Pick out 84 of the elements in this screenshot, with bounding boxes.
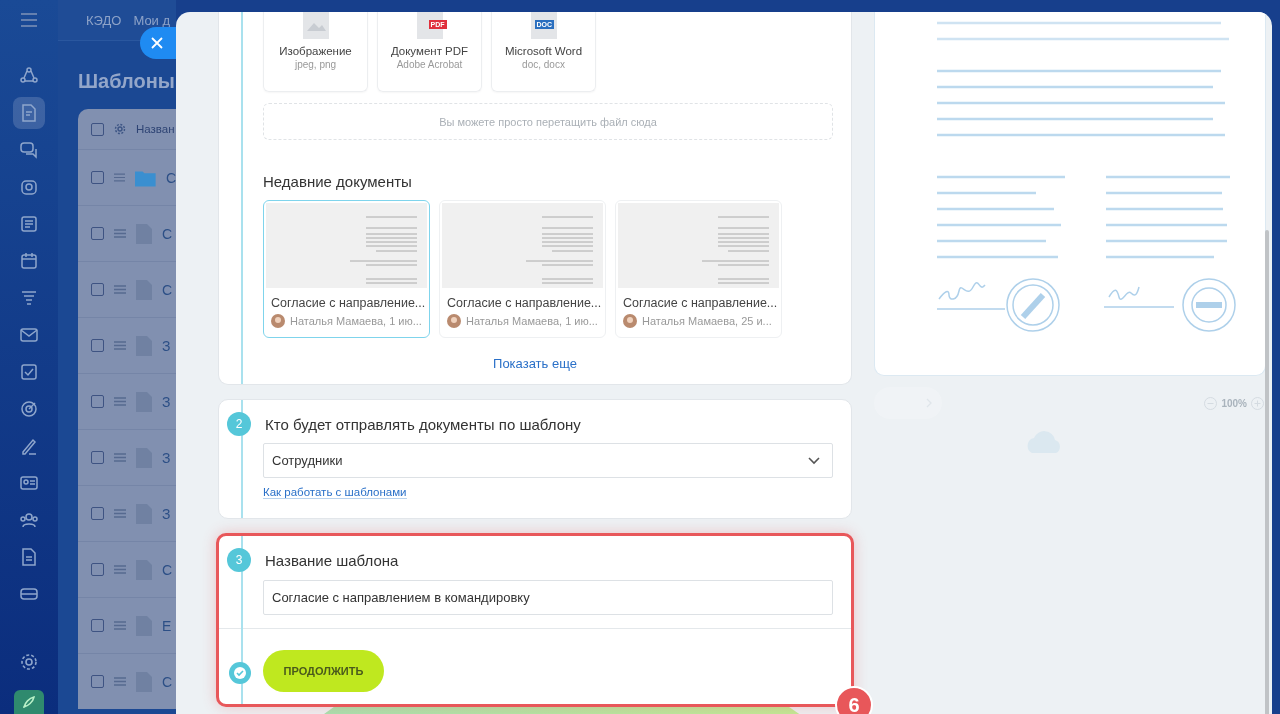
check-icon (229, 661, 251, 684)
table-cell[interactable]: З (162, 337, 171, 354)
page-title: Шаблоны (78, 70, 176, 93)
chevron-down-icon (808, 456, 820, 465)
checkbox[interactable] (91, 451, 104, 464)
checkbox[interactable] (91, 283, 104, 296)
checkbox[interactable] (91, 563, 104, 576)
settings-icon[interactable] (114, 123, 126, 135)
drag-handle-icon[interactable] (114, 565, 126, 574)
nodes-icon (19, 66, 39, 86)
document-card[interactable]: Согласие с направление... Наталья Мамаева, 1 ию... (439, 200, 606, 338)
file-type-tile[interactable]: Изображение jpeg, png (263, 12, 368, 92)
checkbox[interactable] (91, 227, 104, 240)
zoom-level: 100% (1221, 397, 1247, 409)
step-title: Кто будет отправлять документы по шаблону (265, 415, 581, 433)
table-cell[interactable]: З (162, 505, 171, 522)
checkbox-icon (19, 362, 39, 382)
checkbox[interactable] (91, 675, 104, 688)
close-icon (151, 37, 163, 49)
calendar-icon (19, 251, 39, 271)
pencil-icon (19, 436, 39, 456)
table-cell[interactable]: С (162, 673, 173, 690)
table-cell[interactable]: З (162, 393, 171, 410)
zoom-in-icon[interactable] (1251, 396, 1264, 410)
top-tab[interactable]: КЭДО (86, 12, 122, 28)
checkbox[interactable] (91, 171, 104, 184)
zoom-out-icon[interactable] (1204, 396, 1218, 410)
drag-handle-icon[interactable] (114, 677, 126, 686)
drag-handle-icon[interactable] (114, 285, 126, 294)
people-icon (19, 510, 39, 530)
mail-icon (19, 325, 39, 345)
checkbox[interactable] (91, 122, 104, 136)
table-cell[interactable]: З (162, 449, 171, 466)
callout-badge: 6 (835, 686, 873, 714)
table-cell[interactable]: С (162, 281, 173, 298)
menu-icon[interactable] (20, 13, 38, 27)
checkbox[interactable] (91, 619, 104, 632)
drag-handle-icon[interactable] (114, 397, 126, 406)
avatar (271, 314, 285, 328)
settings-icon[interactable] (19, 652, 39, 672)
document-pen-icon (19, 103, 39, 123)
help-link[interactable]: Как работать с шаблонами (263, 486, 407, 499)
id-card-icon (19, 473, 39, 493)
select-field[interactable]: Сотрудники (263, 443, 833, 478)
sidebar-item[interactable] (13, 97, 45, 129)
scrollbar[interactable] (1265, 230, 1269, 714)
drag-handle-icon[interactable] (114, 341, 126, 350)
avatar (623, 314, 637, 328)
table-cell[interactable]: Е (162, 617, 172, 634)
checkbox[interactable] (91, 507, 104, 520)
drag-handle-icon[interactable] (114, 621, 126, 630)
drag-handle-icon[interactable] (114, 453, 126, 462)
document-icon (19, 547, 39, 567)
drop-zone[interactable]: Вы можете просто перетащить файл сюда (263, 103, 833, 140)
close-button[interactable] (140, 27, 176, 59)
document-author: Наталья Мамаева, 25 и... (642, 315, 772, 327)
continue-button[interactable]: ПРОДОЛЖИТЬ (263, 650, 384, 692)
drag-handle-icon[interactable] (114, 229, 126, 238)
document-card[interactable]: Согласие с направление... Наталья Мамаева, 25 и... (615, 200, 782, 338)
drag-handle-icon[interactable] (114, 509, 126, 518)
drag-handle-icon[interactable] (114, 173, 126, 182)
funnel-icon (19, 288, 39, 308)
table-cell[interactable]: С (162, 561, 173, 578)
show-more-link[interactable]: Показать еще (493, 356, 577, 371)
table-cell[interactable]: С (165, 169, 176, 186)
section-title: Недавние документы (263, 173, 413, 190)
rocket-button[interactable] (14, 690, 44, 714)
table-cell[interactable]: С (162, 225, 173, 242)
input-field[interactable]: Согласие с направлением в командировку (263, 580, 833, 615)
avatar (447, 314, 461, 328)
document-card[interactable]: Согласие с направление... Наталья Мамаева, 1 ию... (263, 200, 430, 338)
chat-icon (19, 140, 39, 160)
camera-icon (19, 177, 39, 197)
list-icon (19, 214, 39, 234)
step-number: 2 (227, 412, 251, 436)
step-title: Название шаблона (265, 551, 399, 569)
column-header[interactable]: Назван (136, 123, 175, 135)
document-author: Наталья Мамаева, 1 ию... (466, 315, 598, 327)
step-number: 3 (227, 548, 251, 572)
checkbox[interactable] (91, 339, 104, 352)
folder-icon (135, 168, 156, 187)
document-author: Наталья Мамаева, 1 ию... (290, 315, 422, 327)
target-icon (19, 399, 39, 419)
checkbox[interactable] (91, 395, 104, 408)
